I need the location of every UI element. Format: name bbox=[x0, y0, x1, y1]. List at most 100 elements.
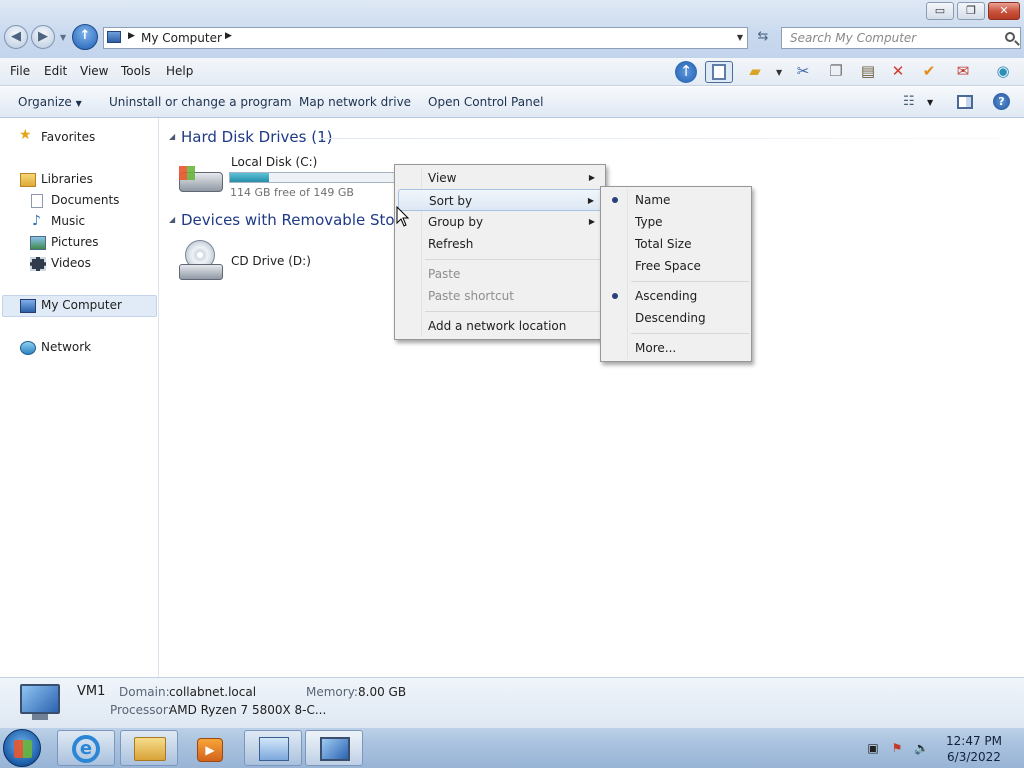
nav-my-computer[interactable]: My Computer bbox=[41, 298, 122, 312]
mail-icon[interactable]: ✉ bbox=[952, 61, 974, 83]
menu-item-group-by[interactable]: Group by ▶ bbox=[398, 211, 603, 233]
start-button[interactable] bbox=[3, 729, 41, 767]
breadcrumb-chevron-icon[interactable]: ▶ bbox=[128, 31, 135, 41]
local-disk-free-space: 114 GB free of 149 GB bbox=[230, 186, 354, 199]
search-icon[interactable] bbox=[1005, 32, 1015, 42]
sort-item-total-size[interactable]: Total Size bbox=[604, 233, 749, 255]
navigation-pane: ★ Favorites Libraries Documents ♪ Music … bbox=[0, 118, 159, 677]
videos-icon bbox=[30, 257, 46, 271]
close-button[interactable]: ✕ bbox=[988, 2, 1020, 20]
nav-favorites[interactable]: Favorites bbox=[41, 130, 95, 144]
internet-explorer-icon: e bbox=[72, 735, 100, 763]
menu-item-view[interactable]: View ▶ bbox=[398, 167, 603, 189]
domain-value: collabnet.local bbox=[169, 685, 257, 699]
organize-button[interactable]: Organize ▼ bbox=[18, 95, 82, 109]
menu-item-refresh[interactable]: Refresh bbox=[398, 233, 603, 255]
network-icon bbox=[20, 341, 36, 355]
cd-drive-item[interactable] bbox=[177, 238, 225, 282]
submenu-arrow-icon: ▶ bbox=[588, 217, 595, 226]
uninstall-program-button[interactable]: Uninstall or change a program bbox=[109, 95, 292, 109]
refresh-button[interactable]: ⇆ bbox=[752, 27, 774, 49]
menu-item-paste[interactable]: Paste bbox=[398, 263, 603, 285]
file-explorer-icon bbox=[134, 737, 166, 761]
action-center-icon[interactable]: ⚑ bbox=[890, 741, 904, 755]
local-disk-name[interactable]: Local Disk (C:) bbox=[231, 155, 317, 169]
group-removable-storage[interactable]: Devices with Removable Storage bbox=[181, 211, 429, 229]
cd-drive-name[interactable]: CD Drive (D:) bbox=[231, 254, 311, 268]
help-icon[interactable]: ? bbox=[993, 93, 1010, 110]
nav-documents[interactable]: Documents bbox=[51, 193, 119, 207]
dropdown-icon[interactable]: ▼ bbox=[776, 68, 782, 77]
sort-item-type[interactable]: Type bbox=[604, 211, 749, 233]
command-bar: Organize ▼ Uninstall or change a program… bbox=[0, 87, 1024, 118]
network-tray-icon[interactable]: ▣ bbox=[866, 741, 880, 755]
copy-icon[interactable]: ❐ bbox=[825, 61, 847, 83]
sort-item-name[interactable]: Name bbox=[604, 189, 749, 211]
taskbar-file-explorer[interactable] bbox=[120, 730, 178, 766]
menu-file[interactable]: File bbox=[10, 64, 30, 78]
view-dropdown-icon[interactable]: ▼ bbox=[927, 98, 933, 107]
taskbar-my-computer[interactable] bbox=[305, 730, 363, 766]
address-dropdown-icon[interactable]: ▼ bbox=[737, 33, 743, 42]
map-network-drive-button[interactable]: Map network drive bbox=[299, 95, 411, 109]
menu-help[interactable]: Help bbox=[166, 64, 193, 78]
collapse-group-icon[interactable]: ◢ bbox=[169, 215, 175, 224]
nav-music[interactable]: Music bbox=[51, 214, 85, 228]
menu-tools[interactable]: Tools bbox=[121, 64, 151, 78]
search-input[interactable]: Search My Computer bbox=[781, 27, 1021, 49]
sort-item-descending[interactable]: Descending bbox=[604, 307, 749, 329]
group-hard-disk-drives[interactable]: Hard Disk Drives (1) bbox=[181, 128, 332, 146]
chevron-down-icon: ▼ bbox=[75, 99, 82, 108]
menu-edit[interactable]: Edit bbox=[44, 64, 67, 78]
volume-icon[interactable]: 🔈 bbox=[914, 741, 929, 755]
cd-drive-icon bbox=[179, 264, 223, 280]
nav-libraries[interactable]: Libraries bbox=[41, 172, 93, 186]
folder-check-icon[interactable]: ▰ bbox=[744, 61, 766, 83]
minimize-button[interactable]: ▭ bbox=[926, 2, 954, 20]
local-disk-item[interactable] bbox=[177, 162, 225, 196]
music-icon: ♪ bbox=[32, 213, 41, 229]
up-arrow-icon[interactable]: ↑ bbox=[675, 61, 697, 83]
nav-pictures[interactable]: Pictures bbox=[51, 235, 99, 249]
paste-icon[interactable]: ▤ bbox=[857, 61, 879, 83]
change-view-icon[interactable]: ☷ bbox=[903, 94, 915, 109]
breadcrumb-chevron-icon[interactable]: ▶ bbox=[225, 31, 232, 41]
system-clock[interactable]: 12:47 PM 6/3/2022 bbox=[940, 733, 1008, 765]
maximize-button[interactable]: ❐ bbox=[957, 2, 985, 20]
back-button[interactable]: ◀ bbox=[4, 25, 28, 49]
disk-capacity-fill bbox=[230, 173, 270, 182]
collapse-group-icon[interactable]: ◢ bbox=[169, 132, 175, 141]
sort-item-ascending[interactable]: Ascending bbox=[604, 285, 749, 307]
checkmark-icon[interactable]: ✔ bbox=[918, 61, 940, 83]
taskbar-media-player[interactable]: ▶ bbox=[181, 730, 239, 766]
taskbar-control-panel[interactable] bbox=[244, 730, 302, 766]
organize-label: Organize bbox=[18, 95, 72, 109]
preview-pane-icon[interactable] bbox=[957, 95, 973, 109]
menu-item-add-network-location[interactable]: Add a network location bbox=[398, 315, 603, 337]
computer-name: VM1 bbox=[77, 684, 106, 699]
delete-icon[interactable]: ✕ bbox=[887, 61, 909, 83]
globe-icon[interactable]: ◉ bbox=[992, 61, 1014, 83]
nav-network[interactable]: Network bbox=[41, 340, 91, 354]
breadcrumb-my-computer[interactable]: My Computer bbox=[141, 31, 222, 45]
refresh-icon: ⇆ bbox=[757, 29, 769, 44]
domain-label: Domain: bbox=[119, 685, 170, 699]
menu-label: Sort by bbox=[429, 194, 473, 208]
menu-item-sort-by[interactable]: Sort by ▶ bbox=[398, 189, 603, 211]
recent-pages-icon[interactable]: ▼ bbox=[60, 33, 66, 42]
sort-item-free-space[interactable]: Free Space bbox=[604, 255, 749, 277]
submenu-arrow-icon: ▶ bbox=[588, 173, 595, 182]
taskbar-internet-explorer[interactable]: e bbox=[57, 730, 115, 766]
address-bar[interactable]: ▶ My Computer ▶ ▼ bbox=[103, 27, 748, 49]
open-control-panel-button[interactable]: Open Control Panel bbox=[428, 95, 543, 109]
menu-item-paste-shortcut[interactable]: Paste shortcut bbox=[398, 285, 603, 307]
forward-button[interactable]: ▶ bbox=[31, 25, 55, 49]
scissors-icon[interactable]: ✂ bbox=[792, 61, 814, 83]
context-menu: View ▶ Sort by ▶ Group by ▶ Refresh Paste P… bbox=[394, 164, 606, 340]
sort-item-more[interactable]: More... bbox=[604, 337, 749, 359]
up-level-button[interactable]: ↑ bbox=[72, 24, 98, 50]
processor-value: AMD Ryzen 7 5800X 8-C... bbox=[169, 703, 327, 717]
view-pane-icon[interactable] bbox=[705, 61, 733, 83]
nav-videos[interactable]: Videos bbox=[51, 256, 91, 270]
menu-view[interactable]: View bbox=[80, 64, 108, 78]
